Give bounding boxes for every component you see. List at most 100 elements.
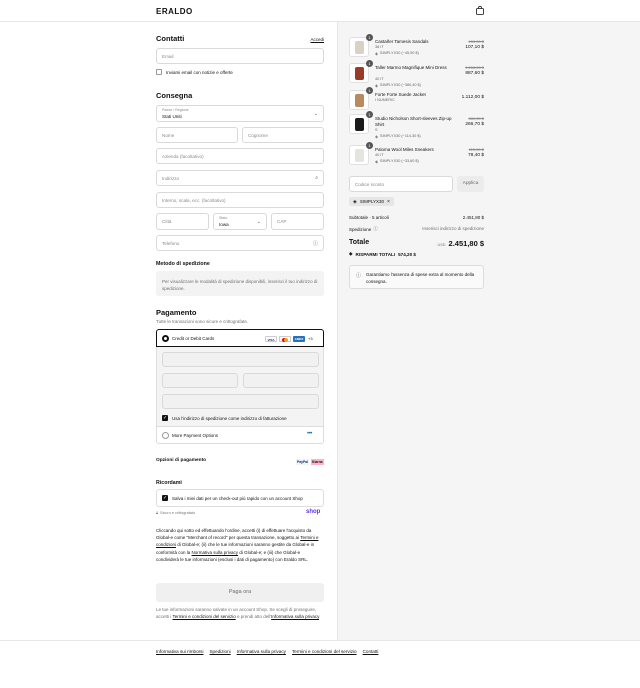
footer-link-shipping[interactable]: Spedizioni (209, 649, 230, 654)
phone-field[interactable]: Telefono ⓘ (156, 235, 324, 251)
product-image (355, 118, 364, 131)
more-dots-icon: ••• (307, 431, 312, 437)
footer-link-contacts[interactable]: Contatti (363, 649, 379, 654)
subtotal-value: 2.451,80 $ (462, 215, 484, 220)
tag-icon: ◈ (349, 251, 353, 256)
help-icon[interactable]: ⓘ (313, 240, 318, 247)
product-image (355, 94, 364, 107)
product-variant: S (375, 128, 378, 132)
legal-text: Cliccando qui sotto ed effettuando l'ord… (156, 528, 319, 562)
pay-now-button[interactable]: Paga ora (156, 583, 324, 602)
save-info-checkbox[interactable]: ✓ (162, 495, 168, 501)
first-name-field[interactable]: Nome (156, 127, 238, 143)
discount-code-input[interactable]: Codice sconto (349, 176, 453, 192)
product-discount: ◈ SIMPLYX30 (−114,30 $) (375, 134, 421, 139)
same-address-checkbox[interactable]: ✓ (162, 415, 168, 421)
expiry-field[interactable] (162, 373, 238, 388)
zip-field[interactable]: CAP (271, 213, 324, 230)
footer-link-privacy[interactable]: Informativa sulla privacy (237, 649, 286, 654)
price: 887,60 $ (465, 71, 484, 76)
same-address-label: Usa l'indirizzo di spedizione come indir… (172, 416, 287, 421)
card-payment-option[interactable]: Credit or Debit Cards VISA AMEX +3 (156, 329, 324, 347)
card-number-field[interactable] (162, 352, 319, 367)
privacy-link[interactable]: Normativa sulla privacy (192, 550, 239, 555)
shopping-bag-icon[interactable] (476, 6, 484, 15)
subtotal-label: Subtotale · 5 articoli (349, 215, 389, 220)
mastercard-icon (279, 336, 291, 342)
more-options-radio[interactable] (162, 432, 169, 439)
apply-discount-button[interactable]: Applica (457, 176, 484, 192)
remove-code-icon[interactable]: × (387, 199, 390, 205)
total-label: Totale (349, 239, 370, 246)
card-name-field[interactable] (162, 394, 319, 409)
old-price: 1.268,00 $ (465, 65, 484, 70)
cvv-field[interactable] (243, 373, 319, 388)
company-field[interactable]: Azienda (facoltativo) (156, 148, 324, 164)
product-discount: ◈ SIMPLYX30 (−33,60 $) (375, 159, 419, 164)
product-image (355, 41, 364, 54)
shipping-method-title: Metodo di spedizione (156, 261, 210, 267)
product-thumbnail (349, 145, 369, 165)
more-cards-badge: +3 (308, 336, 313, 341)
payment-options-title: Opzioni di pagamento (156, 458, 207, 463)
price: 266,70 $ (465, 122, 484, 127)
tag-icon: ◈ (353, 198, 357, 205)
product-discount: ◈ SIMPLYX30 (−45,90 $) (375, 51, 419, 56)
amex-icon: AMEX (293, 336, 305, 342)
chevron-down-icon: ⌄ (256, 219, 261, 225)
old-price: 153,00 $ (468, 39, 484, 44)
state-select[interactable]: Stato Iowa ⌄ (213, 213, 267, 230)
paypal-icon: PayPal (296, 459, 310, 465)
product-variant: I NUMERIC (375, 98, 395, 102)
klarna-icon: Klarna (311, 459, 324, 465)
footer-link-terms[interactable]: Termini e condizioni del servizio (292, 649, 357, 654)
product-image (355, 149, 364, 162)
product-variant: 40 IT (375, 153, 384, 157)
more-payment-options[interactable]: More Payment Options ••• (156, 427, 324, 444)
login-link[interactable]: Accedi (300, 37, 324, 42)
product-thumbnail (349, 90, 369, 110)
contacts-title: Contatti (156, 34, 185, 43)
card-form: ✓ Usa l'indirizzo di spedizione come ind… (156, 347, 324, 427)
shop-terms-link[interactable]: Termini e condizioni del servizio (172, 614, 235, 619)
product-discount: ◈ SIMPLYX30 (−380,40 $) (375, 83, 421, 88)
info-icon: ⓘ (356, 273, 362, 279)
tag-icon: ◈ (375, 84, 378, 88)
newsletter-checkbox[interactable] (156, 69, 162, 75)
visa-icon: VISA (265, 336, 277, 342)
applied-code-tag: ◈ SIMPLYX30 × (349, 197, 394, 206)
last-name-field[interactable]: Cognome (242, 127, 324, 143)
payment-title: Pagamento (156, 308, 197, 317)
shipping-title: Consegna (156, 91, 193, 100)
logo[interactable]: ERALDO (156, 7, 193, 16)
shipping-method-info-box: Per visualizzare le modalità di spedizio… (156, 271, 324, 296)
price: 78,40 $ (467, 153, 484, 158)
card-radio[interactable] (162, 335, 169, 342)
payment-subtitle: Tutte le transazioni sono sicure e critt… (156, 319, 249, 324)
product-thumbnail (349, 63, 369, 83)
email-field[interactable]: Email (156, 48, 324, 64)
guarantee-box: ⓘ Garantiamo l'assenza di spese extra al… (349, 265, 484, 289)
shipping-value: Inserisci indirizzo di spedizione (422, 226, 484, 231)
savings-row: ◈ RISPARMI TOTALI 574,20 $ (349, 251, 416, 257)
quantity-badge: 1 (366, 34, 373, 41)
city-field[interactable]: Città (156, 213, 209, 230)
quantity-badge: 1 (366, 60, 373, 67)
price: 107,10 $ (465, 45, 484, 50)
total-value: 2.451,80 $ (448, 239, 484, 248)
footer-links: Informativa sui rimborsi Spedizioni Info… (156, 649, 378, 654)
apartment-field[interactable]: Interno, scala, ecc. (facoltativo) (156, 192, 324, 208)
country-select[interactable]: Paese / Regione Stati Uniti ⌄ (156, 105, 324, 122)
old-price: 381,00 $ (468, 116, 484, 121)
product-thumbnail (349, 37, 369, 57)
help-icon[interactable]: ⓘ (373, 226, 378, 232)
lock-icon: 🔒︎ (156, 511, 159, 515)
footer-link-refunds[interactable]: Informativa sui rimborsi (156, 649, 203, 654)
tag-icon: ◈ (375, 52, 378, 56)
chevron-down-icon: ⌄ (313, 111, 318, 117)
remember-title: Ricordami (156, 480, 182, 486)
save-info-label: Salva i miei dati per un check-out più r… (172, 496, 303, 501)
tag-icon: ◈ (375, 160, 378, 164)
address-field[interactable]: Indirizzo ⌕ (156, 170, 324, 186)
shop-privacy-link[interactable]: Informativa sulla privacy (271, 614, 319, 619)
